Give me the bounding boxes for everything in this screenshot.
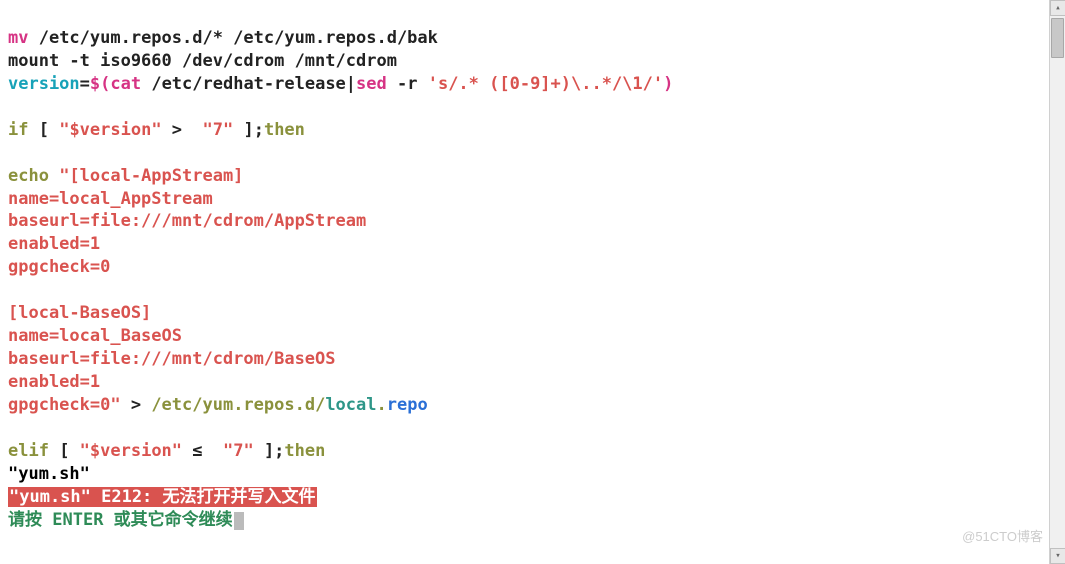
- scrollbar-up-button[interactable]: ▴: [1050, 0, 1065, 16]
- vim-error-message: "yum.sh" E212: 无法打开并写入文件: [8, 487, 317, 507]
- code-token: 's/.* ([0-9]+)\..*/\1/': [417, 74, 663, 94]
- blank-line: [8, 280, 18, 300]
- code-token: "[local-AppStream]: [49, 166, 243, 186]
- code-line: mount -t iso9660 /dev/cdrom /mnt/cdrom: [8, 51, 397, 71]
- code-token: if: [8, 120, 28, 140]
- code-line: gpgcheck=0: [8, 257, 110, 277]
- code-token: =: [80, 74, 90, 94]
- code-token: local: [325, 395, 376, 415]
- watermark-text: @51CTO博客: [962, 528, 1043, 546]
- code-line: [local-BaseOS]: [8, 303, 151, 323]
- code-token: repo: [387, 395, 428, 415]
- code-token: [: [28, 120, 59, 140]
- scrollbar-down-button[interactable]: ▾: [1050, 548, 1065, 564]
- code-token: >: [162, 120, 193, 140]
- code-token: sed: [356, 74, 387, 94]
- scrollbar-track[interactable]: [1050, 16, 1065, 548]
- vim-prompt[interactable]: 请按 ENTER 或其它命令继续: [8, 510, 233, 530]
- code-line: enabled=1: [8, 372, 100, 392]
- code-token: -r: [387, 74, 418, 94]
- code-token: elif: [8, 441, 49, 461]
- code-line: baseurl=file:///mnt/cdrom/AppStream: [8, 211, 366, 231]
- code-token: ≤: [182, 441, 213, 461]
- code-token: ): [663, 74, 673, 94]
- cursor-block: [234, 512, 244, 530]
- code-line: baseurl=file:///mnt/cdrom/BaseOS: [8, 349, 336, 369]
- code-token: gpgcheck=0": [8, 395, 121, 415]
- code-token: echo: [8, 166, 49, 186]
- status-filename: "yum.sh": [8, 464, 90, 484]
- code-token: .: [377, 395, 387, 415]
- code-token: ];: [254, 441, 285, 461]
- code-token: $(cat: [90, 74, 141, 94]
- code-token: |: [346, 74, 356, 94]
- code-token: >: [121, 395, 152, 415]
- code-token: [: [49, 441, 80, 461]
- code-token: version: [8, 74, 80, 94]
- code-token: "7": [192, 120, 233, 140]
- code-line: enabled=1: [8, 234, 100, 254]
- code-token: mv: [8, 28, 28, 48]
- code-line: name=local_AppStream: [8, 189, 213, 209]
- code-token: ];: [233, 120, 264, 140]
- scrollbar-thumb[interactable]: [1051, 18, 1064, 58]
- code-token: "7": [213, 441, 254, 461]
- terminal-editor-view: mv /etc/yum.repos.d/* /etc/yum.repos.d/b…: [0, 0, 1065, 536]
- code-token: "$version": [80, 441, 182, 461]
- code-line: name=local_BaseOS: [8, 326, 182, 346]
- code-token: then: [284, 441, 325, 461]
- vertical-scrollbar[interactable]: ▴ ▾: [1049, 0, 1065, 564]
- code-token: "$version": [59, 120, 161, 140]
- code-token: /etc/yum.repos.d/* /etc/yum.repos.d/bak: [28, 28, 437, 48]
- code-token: /etc/redhat-release: [141, 74, 346, 94]
- code-token: /etc/yum.repos.d/: [151, 395, 325, 415]
- code-token: then: [264, 120, 305, 140]
